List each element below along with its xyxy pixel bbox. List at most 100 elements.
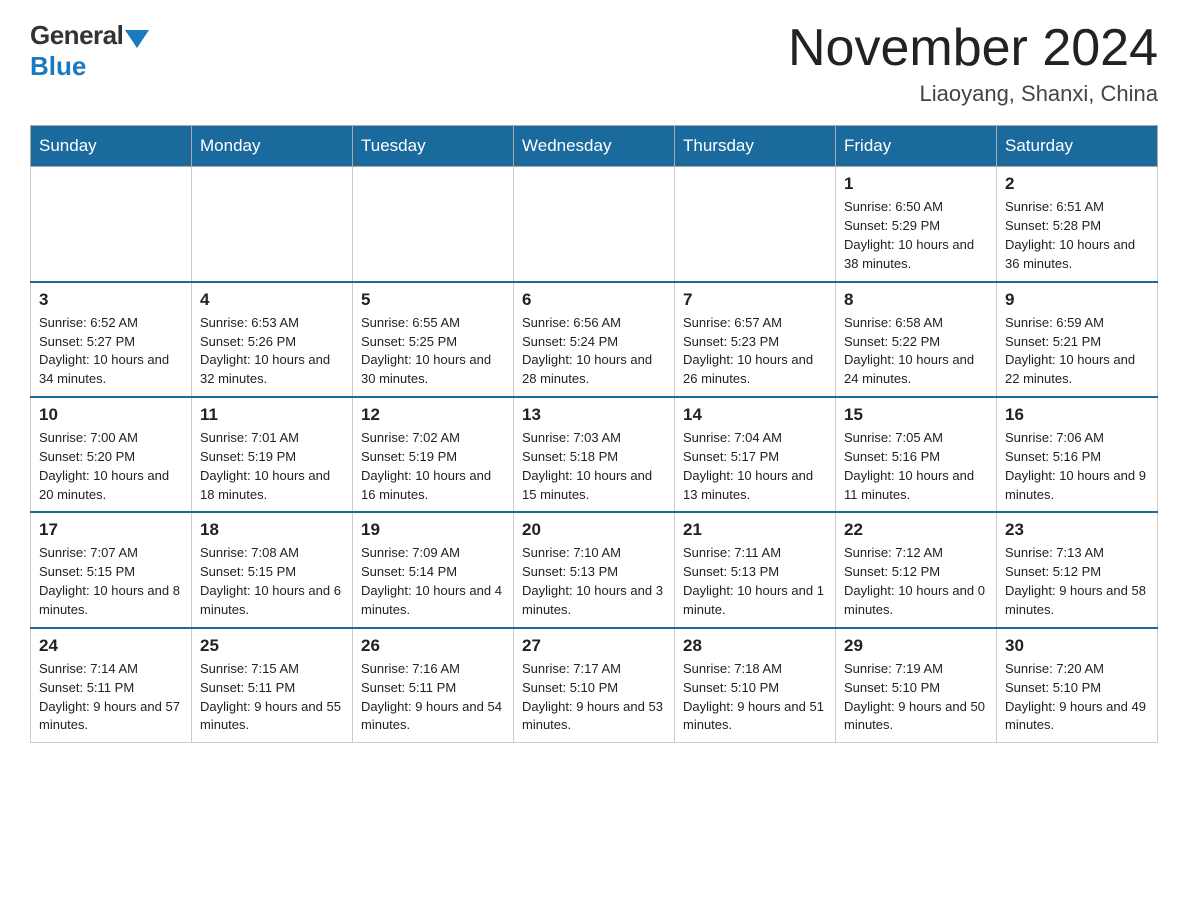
calendar-cell: 16 Sunrise: 7:06 AM Sunset: 5:16 PM Dayli… <box>997 397 1158 512</box>
day-info: Sunrise: 6:56 AM Sunset: 5:24 PM Dayligh… <box>522 314 666 389</box>
calendar-cell <box>514 167 675 282</box>
day-info: Sunrise: 7:10 AM Sunset: 5:13 PM Dayligh… <box>522 544 666 619</box>
day-info: Sunrise: 7:04 AM Sunset: 5:17 PM Dayligh… <box>683 429 827 504</box>
weekday-header-monday: Monday <box>192 126 353 167</box>
weekday-header-friday: Friday <box>836 126 997 167</box>
calendar-cell: 23 Sunrise: 7:13 AM Sunset: 5:12 PM Dayli… <box>997 512 1158 627</box>
calendar-cell: 14 Sunrise: 7:04 AM Sunset: 5:17 PM Dayli… <box>675 397 836 512</box>
calendar-cell: 17Sunrise: 7:07 AM Sunset: 5:15 PM Dayli… <box>31 512 192 627</box>
calendar-cell: 12 Sunrise: 7:02 AM Sunset: 5:19 PM Dayli… <box>353 397 514 512</box>
day-number: 23 <box>1005 520 1149 540</box>
day-info: Sunrise: 7:18 AM Sunset: 5:10 PM Dayligh… <box>683 660 827 735</box>
calendar-cell: 9 Sunrise: 6:59 AM Sunset: 5:21 PM Daylig… <box>997 282 1158 397</box>
calendar-cell: 2 Sunrise: 6:51 AM Sunset: 5:28 PM Daylig… <box>997 167 1158 282</box>
calendar-cell: 13Sunrise: 7:03 AM Sunset: 5:18 PM Dayli… <box>514 397 675 512</box>
day-info: Sunrise: 6:53 AM Sunset: 5:26 PM Dayligh… <box>200 314 344 389</box>
calendar-cell: 25 Sunrise: 7:15 AM Sunset: 5:11 PM Dayli… <box>192 628 353 743</box>
day-number: 16 <box>1005 405 1149 425</box>
day-info: Sunrise: 7:06 AM Sunset: 5:16 PM Dayligh… <box>1005 429 1149 504</box>
day-info: Sunrise: 7:16 AM Sunset: 5:11 PM Dayligh… <box>361 660 505 735</box>
logo-arrow-icon <box>125 30 149 48</box>
calendar-cell: 4 Sunrise: 6:53 AM Sunset: 5:26 PM Daylig… <box>192 282 353 397</box>
day-info: Sunrise: 7:02 AM Sunset: 5:19 PM Dayligh… <box>361 429 505 504</box>
calendar-cell: 11Sunrise: 7:01 AM Sunset: 5:19 PM Dayli… <box>192 397 353 512</box>
calendar-cell: 10 Sunrise: 7:00 AM Sunset: 5:20 PM Dayli… <box>31 397 192 512</box>
day-number: 5 <box>361 290 505 310</box>
day-number: 27 <box>522 636 666 656</box>
day-number: 1 <box>844 174 988 194</box>
calendar-cell: 20Sunrise: 7:10 AM Sunset: 5:13 PM Dayli… <box>514 512 675 627</box>
day-number: 18 <box>200 520 344 540</box>
weekday-header-tuesday: Tuesday <box>353 126 514 167</box>
logo-general-text: General <box>30 20 123 51</box>
calendar-cell: 28 Sunrise: 7:18 AM Sunset: 5:10 PM Dayli… <box>675 628 836 743</box>
day-number: 25 <box>200 636 344 656</box>
logo: General Blue <box>30 20 149 82</box>
day-number: 4 <box>200 290 344 310</box>
day-info: Sunrise: 6:51 AM Sunset: 5:28 PM Dayligh… <box>1005 198 1149 273</box>
day-info: Sunrise: 6:57 AM Sunset: 5:23 PM Dayligh… <box>683 314 827 389</box>
day-info: Sunrise: 7:07 AM Sunset: 5:15 PM Dayligh… <box>39 544 183 619</box>
day-number: 2 <box>1005 174 1149 194</box>
day-number: 21 <box>683 520 827 540</box>
day-info: Sunrise: 7:19 AM Sunset: 5:10 PM Dayligh… <box>844 660 988 735</box>
calendar-cell: 22 Sunrise: 7:12 AM Sunset: 5:12 PM Dayli… <box>836 512 997 627</box>
calendar-cell <box>192 167 353 282</box>
day-info: Sunrise: 6:58 AM Sunset: 5:22 PM Dayligh… <box>844 314 988 389</box>
day-number: 24 <box>39 636 183 656</box>
day-number: 13 <box>522 405 666 425</box>
calendar-cell: 29 Sunrise: 7:19 AM Sunset: 5:10 PM Dayli… <box>836 628 997 743</box>
day-info: Sunrise: 7:13 AM Sunset: 5:12 PM Dayligh… <box>1005 544 1149 619</box>
day-number: 3 <box>39 290 183 310</box>
calendar-cell <box>31 167 192 282</box>
day-info: Sunrise: 7:00 AM Sunset: 5:20 PM Dayligh… <box>39 429 183 504</box>
calendar-cell: 8 Sunrise: 6:58 AM Sunset: 5:22 PM Daylig… <box>836 282 997 397</box>
location-text: Liaoyang, Shanxi, China <box>788 81 1158 107</box>
calendar-cell: 26 Sunrise: 7:16 AM Sunset: 5:11 PM Dayli… <box>353 628 514 743</box>
calendar-cell: 5 Sunrise: 6:55 AM Sunset: 5:25 PM Daylig… <box>353 282 514 397</box>
calendar-cell: 19Sunrise: 7:09 AM Sunset: 5:14 PM Dayli… <box>353 512 514 627</box>
day-number: 12 <box>361 405 505 425</box>
day-info: Sunrise: 7:12 AM Sunset: 5:12 PM Dayligh… <box>844 544 988 619</box>
calendar-cell: 30Sunrise: 7:20 AM Sunset: 5:10 PM Dayli… <box>997 628 1158 743</box>
day-info: Sunrise: 7:05 AM Sunset: 5:16 PM Dayligh… <box>844 429 988 504</box>
day-number: 7 <box>683 290 827 310</box>
day-number: 29 <box>844 636 988 656</box>
day-info: Sunrise: 7:08 AM Sunset: 5:15 PM Dayligh… <box>200 544 344 619</box>
day-number: 22 <box>844 520 988 540</box>
day-number: 10 <box>39 405 183 425</box>
calendar-cell: 1 Sunrise: 6:50 AM Sunset: 5:29 PM Daylig… <box>836 167 997 282</box>
calendar-cell: 3 Sunrise: 6:52 AM Sunset: 5:27 PM Daylig… <box>31 282 192 397</box>
day-number: 9 <box>1005 290 1149 310</box>
day-info: Sunrise: 7:15 AM Sunset: 5:11 PM Dayligh… <box>200 660 344 735</box>
day-info: Sunrise: 7:17 AM Sunset: 5:10 PM Dayligh… <box>522 660 666 735</box>
weekday-header-thursday: Thursday <box>675 126 836 167</box>
calendar-cell: 21Sunrise: 7:11 AM Sunset: 5:13 PM Dayli… <box>675 512 836 627</box>
day-info: Sunrise: 7:20 AM Sunset: 5:10 PM Dayligh… <box>1005 660 1149 735</box>
day-info: Sunrise: 6:59 AM Sunset: 5:21 PM Dayligh… <box>1005 314 1149 389</box>
calendar-cell <box>353 167 514 282</box>
calendar-table: SundayMondayTuesdayWednesdayThursdayFrid… <box>30 125 1158 743</box>
day-number: 8 <box>844 290 988 310</box>
day-info: Sunrise: 7:09 AM Sunset: 5:14 PM Dayligh… <box>361 544 505 619</box>
weekday-header-saturday: Saturday <box>997 126 1158 167</box>
page-header: General Blue November 2024 Liaoyang, Sha… <box>30 20 1158 107</box>
calendar-row-4: 24 Sunrise: 7:14 AM Sunset: 5:11 PM Dayli… <box>31 628 1158 743</box>
calendar-cell: 27 Sunrise: 7:17 AM Sunset: 5:10 PM Dayli… <box>514 628 675 743</box>
calendar-row-0: 1 Sunrise: 6:50 AM Sunset: 5:29 PM Daylig… <box>31 167 1158 282</box>
day-info: Sunrise: 6:50 AM Sunset: 5:29 PM Dayligh… <box>844 198 988 273</box>
calendar-cell: 24 Sunrise: 7:14 AM Sunset: 5:11 PM Dayli… <box>31 628 192 743</box>
day-number: 28 <box>683 636 827 656</box>
day-number: 14 <box>683 405 827 425</box>
weekday-header-row: SundayMondayTuesdayWednesdayThursdayFrid… <box>31 126 1158 167</box>
weekday-header-wednesday: Wednesday <box>514 126 675 167</box>
day-info: Sunrise: 7:14 AM Sunset: 5:11 PM Dayligh… <box>39 660 183 735</box>
month-title: November 2024 <box>788 20 1158 77</box>
calendar-row-1: 3 Sunrise: 6:52 AM Sunset: 5:27 PM Daylig… <box>31 282 1158 397</box>
calendar-row-3: 17Sunrise: 7:07 AM Sunset: 5:15 PM Dayli… <box>31 512 1158 627</box>
day-info: Sunrise: 6:52 AM Sunset: 5:27 PM Dayligh… <box>39 314 183 389</box>
day-number: 26 <box>361 636 505 656</box>
day-info: Sunrise: 6:55 AM Sunset: 5:25 PM Dayligh… <box>361 314 505 389</box>
day-number: 15 <box>844 405 988 425</box>
calendar-cell: 6Sunrise: 6:56 AM Sunset: 5:24 PM Daylig… <box>514 282 675 397</box>
